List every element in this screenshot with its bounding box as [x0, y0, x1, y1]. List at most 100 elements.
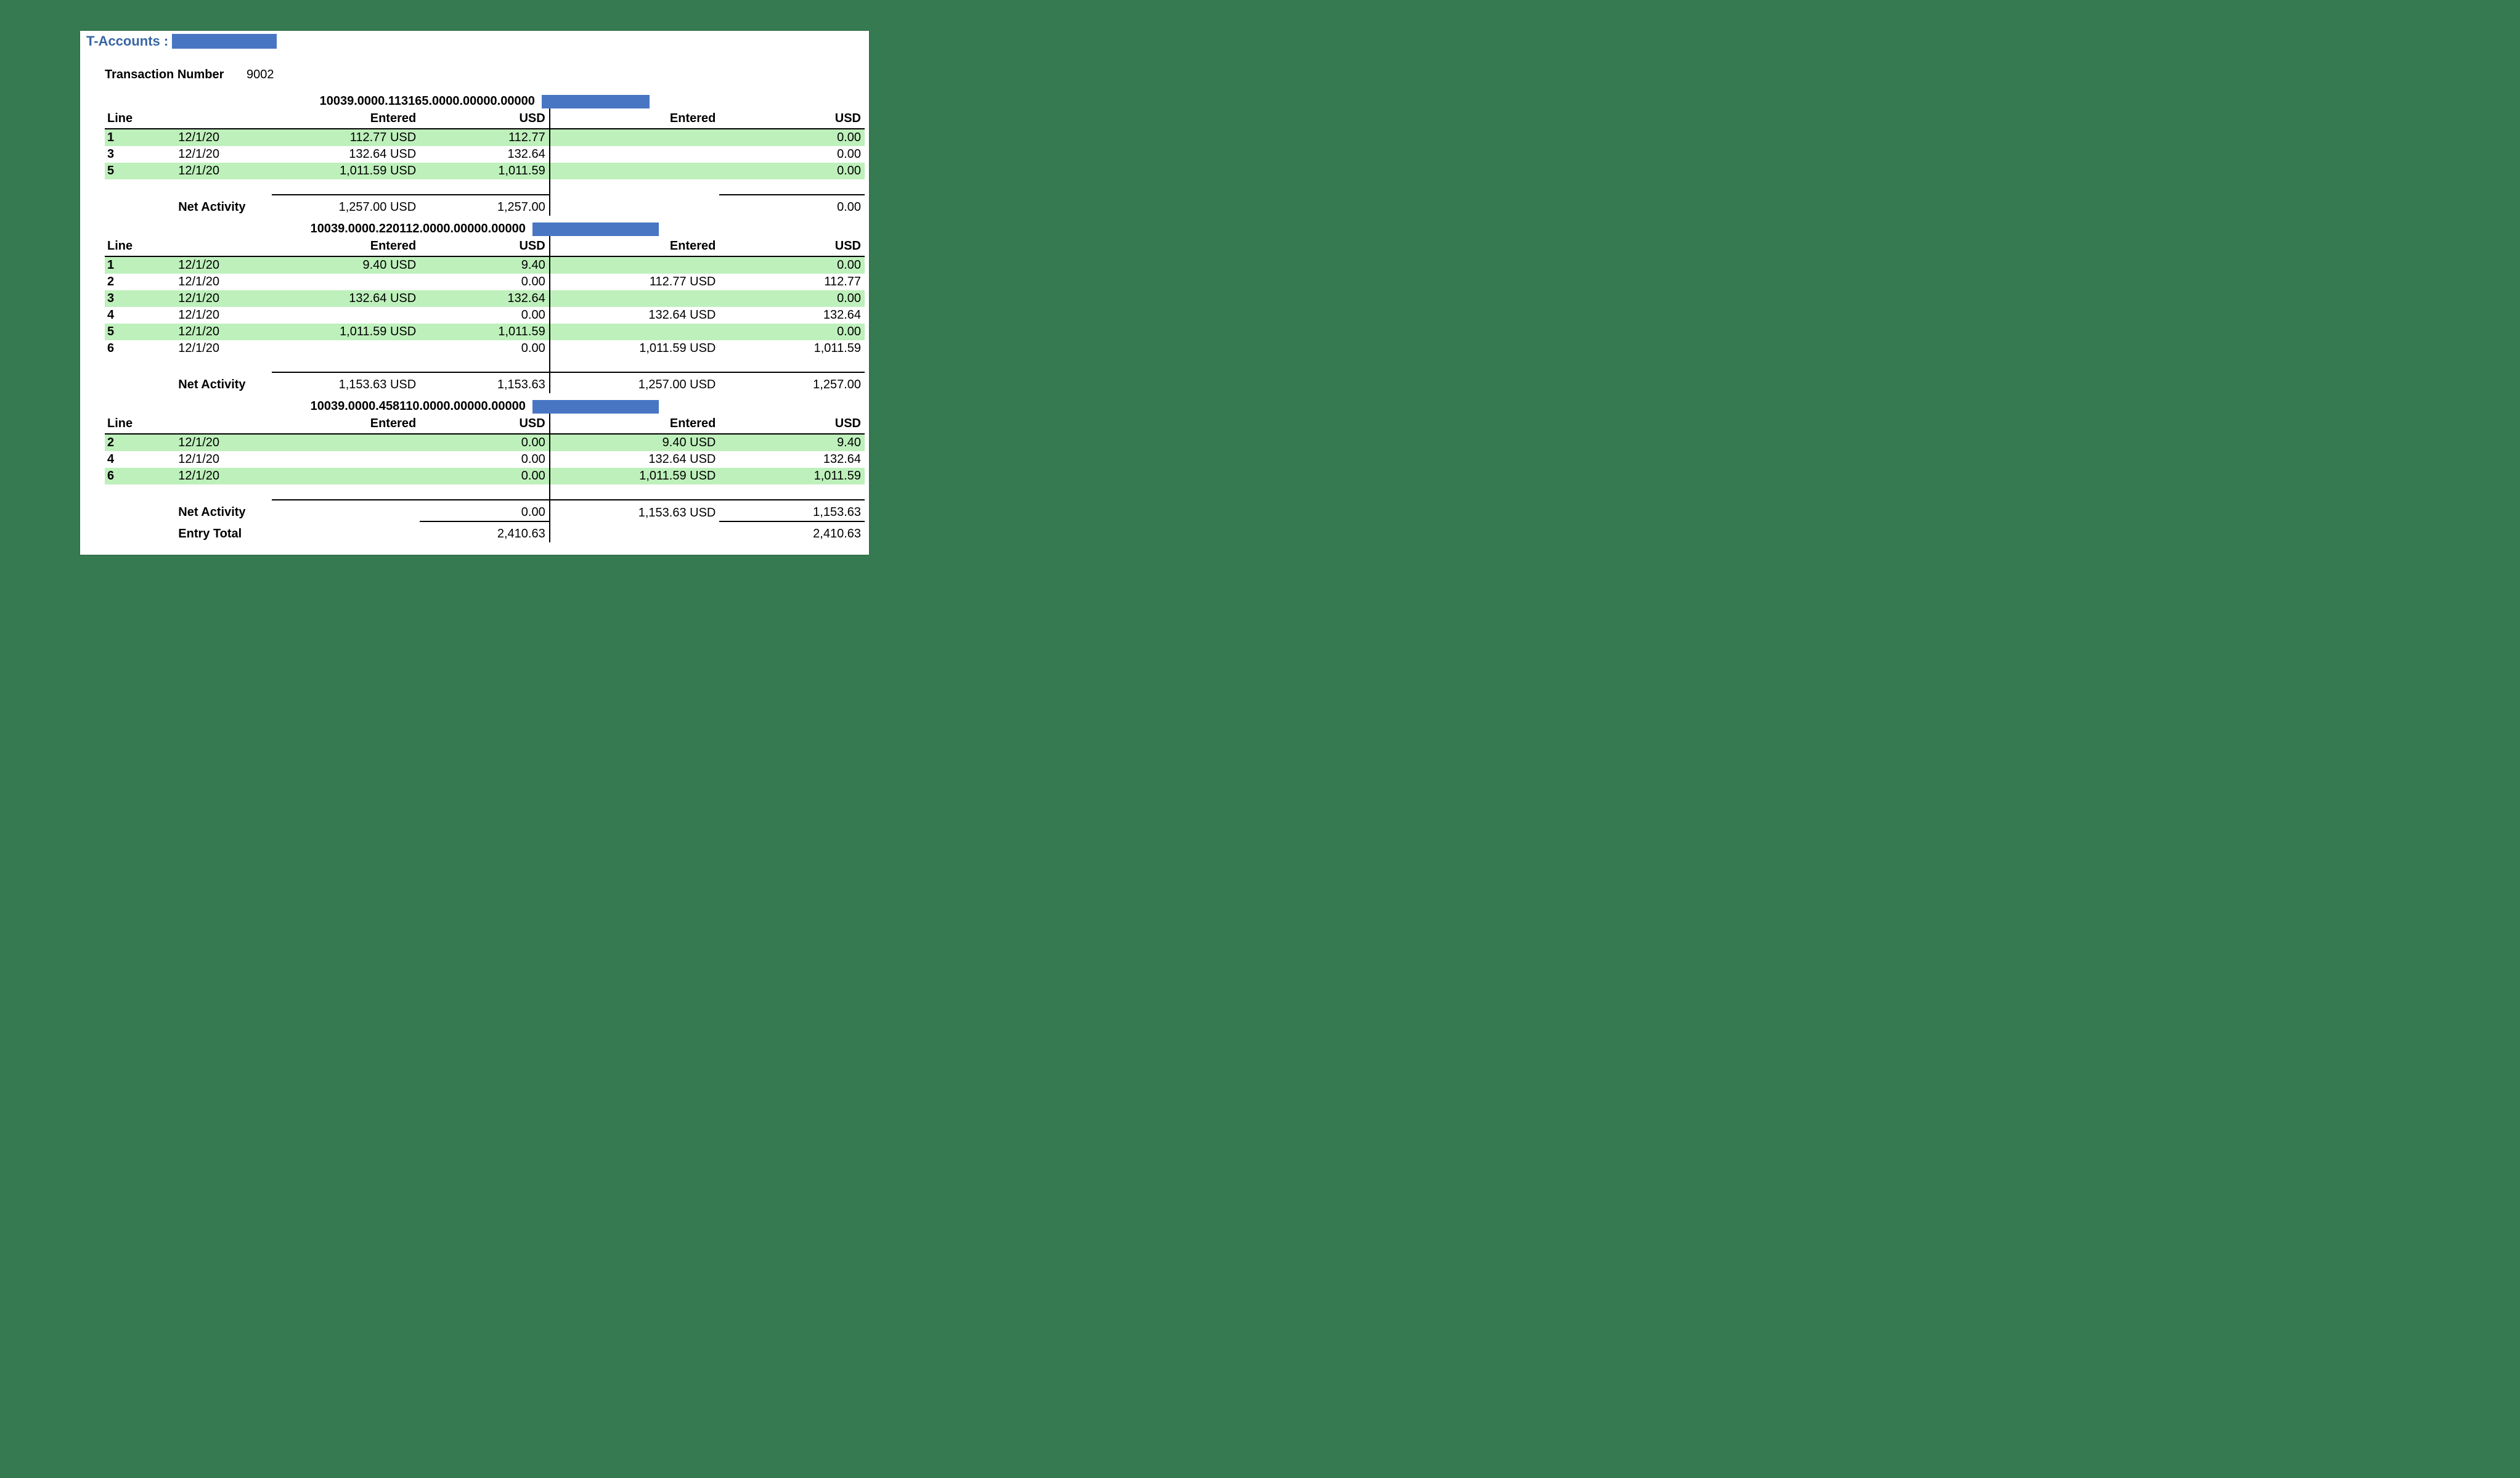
table-row: 1 12/1/20 9.40 USD 9.40 0.00	[105, 256, 865, 274]
net-activity-label: Net Activity	[176, 195, 271, 216]
cell-usd2: 9.40	[719, 434, 865, 451]
cell-usd: 0.00	[420, 468, 550, 484]
col-usd: USD	[420, 108, 550, 129]
cell-date: 12/1/20	[176, 129, 271, 146]
entry-total-usd: 2,410.63	[420, 521, 550, 542]
net-entered2	[550, 195, 720, 216]
table-row: 4 12/1/20 0.00 132.64 USD 132.64	[105, 307, 865, 324]
net-usd2: 1,257.00	[719, 372, 865, 393]
cell-entered: 1,011.59 USD	[272, 163, 420, 179]
cell-line: 3	[105, 146, 176, 163]
col-line: Line	[105, 414, 176, 434]
account-code-text: 10039.0000.113165.0000.00000.00000	[320, 94, 535, 108]
cell-line: 5	[105, 163, 176, 179]
net-usd: 1,153.63	[420, 372, 550, 393]
t-account-table: Line Entered USD Entered USD 1 12/1/20 9…	[105, 236, 865, 393]
col-line: Line	[105, 236, 176, 256]
cell-entered	[272, 468, 420, 484]
cell-usd: 0.00	[420, 451, 550, 468]
cell-date: 12/1/20	[176, 256, 271, 274]
cell-entered	[272, 434, 420, 451]
table-row: 6 12/1/20 0.00 1,011.59 USD 1,011.59	[105, 340, 865, 357]
cell-usd: 132.64	[420, 146, 550, 163]
table-row: 1 12/1/20 112.77 USD 112.77 0.00	[105, 129, 865, 146]
cell-date: 12/1/20	[176, 340, 271, 357]
cell-entered: 112.77 USD	[272, 129, 420, 146]
cell-entered2: 1,011.59 USD	[550, 468, 720, 484]
cell-entered: 132.64 USD	[272, 290, 420, 307]
cell-entered2: 1,011.59 USD	[550, 340, 720, 357]
cell-usd2: 0.00	[719, 290, 865, 307]
entry-total-row: Entry Total 2,410.63 2,410.63	[105, 521, 865, 542]
col-entered2: Entered	[550, 414, 720, 434]
account-code-text: 10039.0000.458110.0000.00000.00000	[311, 399, 526, 413]
cell-entered2: 132.64 USD	[550, 451, 720, 468]
cell-line: 2	[105, 434, 176, 451]
cell-entered2	[550, 129, 720, 146]
cell-line: 4	[105, 307, 176, 324]
cell-date: 12/1/20	[176, 146, 271, 163]
cell-entered2: 112.77 USD	[550, 274, 720, 290]
table-row: 2 12/1/20 0.00 9.40 USD 9.40	[105, 434, 865, 451]
net-activity-row: Net Activity 1,153.63 USD 1,153.63 1,257…	[105, 372, 865, 393]
cell-entered2	[550, 256, 720, 274]
cell-line: 2	[105, 274, 176, 290]
cell-usd2: 0.00	[719, 129, 865, 146]
table-row: 3 12/1/20 132.64 USD 132.64 0.00	[105, 290, 865, 307]
col-usd2: USD	[719, 236, 865, 256]
col-date	[176, 108, 271, 129]
transaction-number-value: 9002	[247, 68, 274, 82]
page-title: T-Accounts :	[86, 33, 168, 49]
table-row: 3 12/1/20 132.64 USD 132.64 0.00	[105, 146, 865, 163]
cell-entered2	[550, 163, 720, 179]
cell-usd2: 1,011.59	[719, 340, 865, 357]
title-row: T-Accounts :	[80, 33, 869, 49]
cell-date: 12/1/20	[176, 468, 271, 484]
cell-usd2: 0.00	[719, 324, 865, 340]
cell-usd2: 0.00	[719, 146, 865, 163]
table-header-row: Line Entered USD Entered USD	[105, 236, 865, 256]
cell-line: 6	[105, 340, 176, 357]
table-row: 6 12/1/20 0.00 1,011.59 USD 1,011.59	[105, 468, 865, 484]
cell-line: 5	[105, 324, 176, 340]
table-header-row: Line Entered USD Entered USD	[105, 414, 865, 434]
cell-entered2	[550, 324, 720, 340]
cell-date: 12/1/20	[176, 324, 271, 340]
accounts-host: 10039.0000.113165.0000.00000.00000 Line …	[105, 94, 865, 542]
cell-entered: 132.64 USD	[272, 146, 420, 163]
cell-entered2	[550, 290, 720, 307]
net-entered: 1,257.00 USD	[272, 195, 420, 216]
cell-date: 12/1/20	[176, 307, 271, 324]
redaction-block	[532, 223, 659, 236]
cell-line: 1	[105, 129, 176, 146]
cell-entered2: 132.64 USD	[550, 307, 720, 324]
cell-line: 6	[105, 468, 176, 484]
cell-usd: 112.77	[420, 129, 550, 146]
cell-usd: 132.64	[420, 290, 550, 307]
spacer	[105, 179, 865, 195]
net-entered	[272, 500, 420, 521]
account-code: 10039.0000.220112.0000.00000.00000	[105, 222, 865, 236]
cell-line: 3	[105, 290, 176, 307]
col-date	[176, 414, 271, 434]
redaction-block	[532, 400, 659, 414]
col-entered: Entered	[272, 414, 420, 434]
cell-entered: 9.40 USD	[272, 256, 420, 274]
col-line: Line	[105, 108, 176, 129]
cell-entered2: 9.40 USD	[550, 434, 720, 451]
cell-date: 12/1/20	[176, 274, 271, 290]
entry-total-usd2: 2,410.63	[719, 521, 865, 542]
cell-entered2	[550, 146, 720, 163]
spacer	[105, 357, 865, 372]
col-usd2: USD	[719, 108, 865, 129]
t-account-table: Line Entered USD Entered USD 1 12/1/20 1…	[105, 108, 865, 216]
cell-usd2: 0.00	[719, 256, 865, 274]
entry-total-label: Entry Total	[176, 521, 271, 542]
t-account-table: Line Entered USD Entered USD 2 12/1/20 0…	[105, 414, 865, 542]
cell-date: 12/1/20	[176, 163, 271, 179]
cell-usd: 0.00	[420, 274, 550, 290]
table-row: 4 12/1/20 0.00 132.64 USD 132.64	[105, 451, 865, 468]
col-entered2: Entered	[550, 108, 720, 129]
cell-entered	[272, 274, 420, 290]
net-usd: 0.00	[420, 500, 550, 521]
